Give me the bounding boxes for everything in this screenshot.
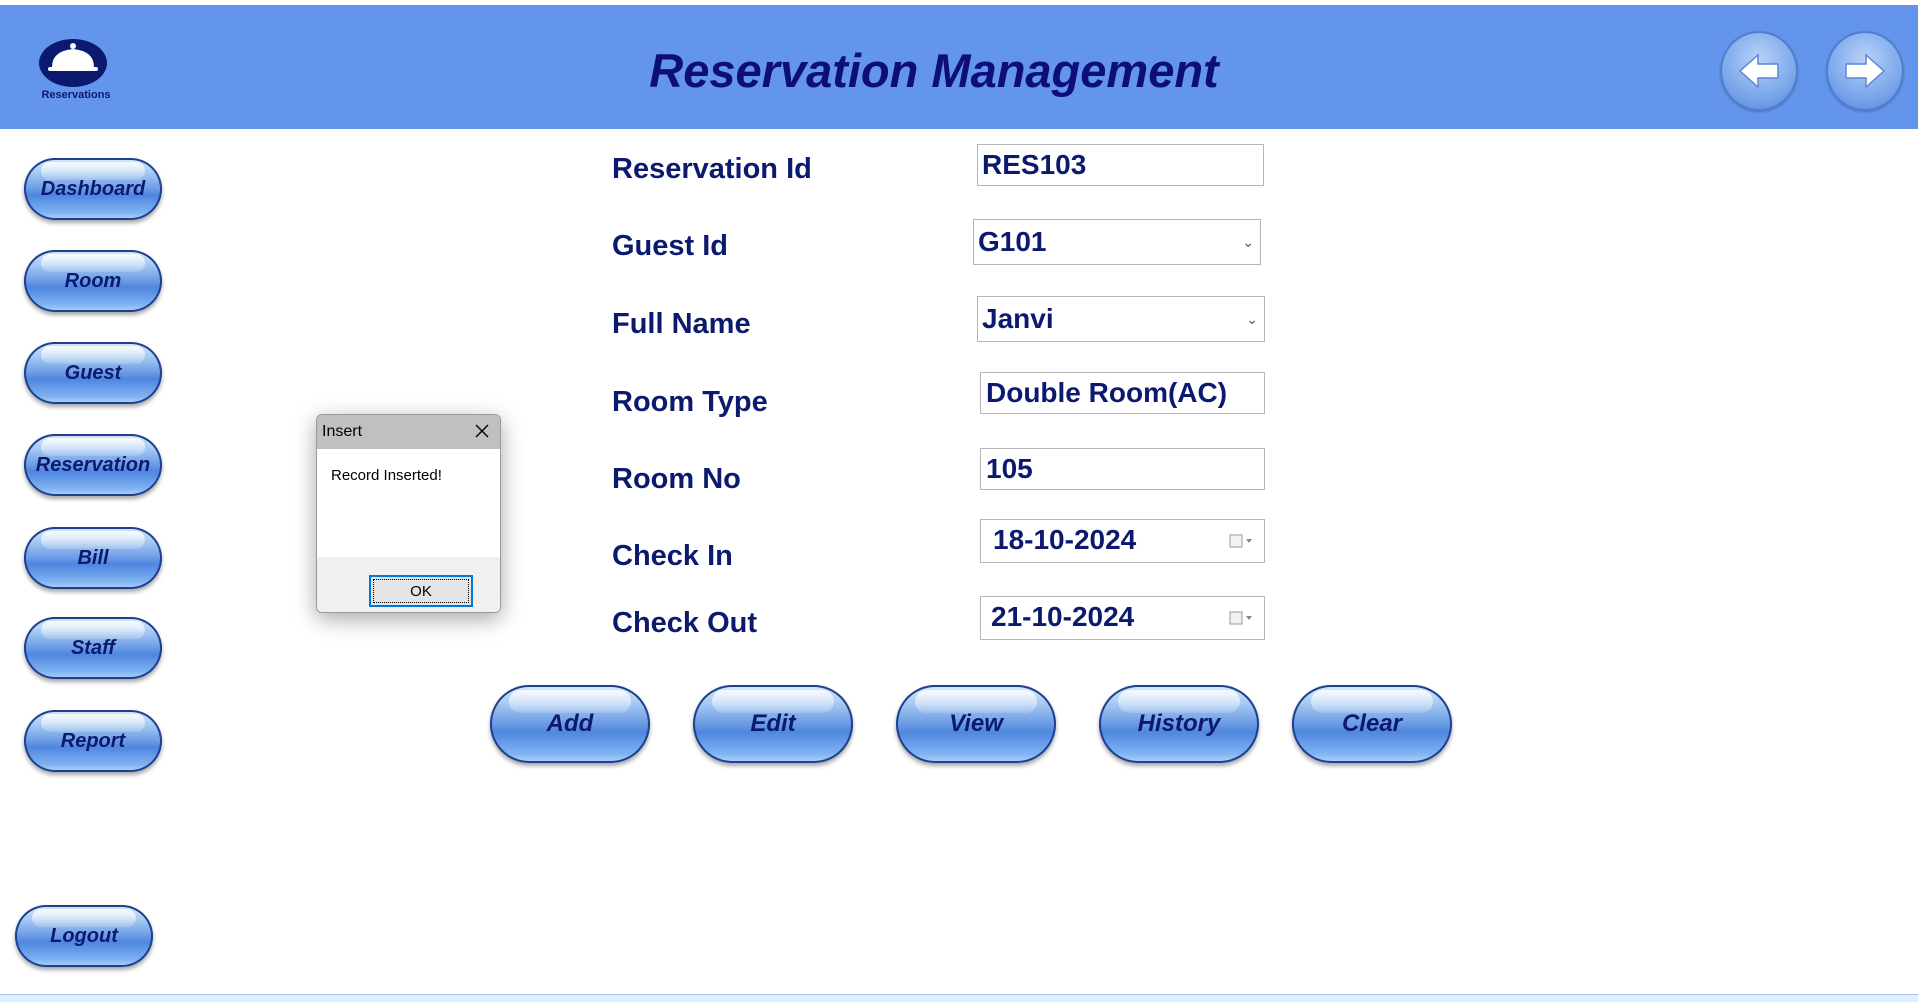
chevron-down-icon: ⌄ xyxy=(1242,234,1254,250)
sidebar-item-room[interactable]: Room xyxy=(24,250,162,312)
sidebar-item-report[interactable]: Report xyxy=(24,710,162,772)
arrow-left-icon xyxy=(1738,53,1779,89)
sidebar-item-label: Guest xyxy=(64,361,122,384)
arrow-right-icon xyxy=(1845,53,1886,89)
sidebar-item-label: Dashboard xyxy=(40,177,146,200)
full-name-label: Full Name xyxy=(612,308,751,340)
sidebar-item-guest[interactable]: Guest xyxy=(24,342,162,404)
sidebar-item-bill[interactable]: Bill xyxy=(24,527,162,589)
dialog-title: Insert xyxy=(322,423,363,440)
add-button-label: Add xyxy=(546,710,594,737)
page-title: Reservation Management xyxy=(649,44,1219,97)
check-out-label: Check Out xyxy=(612,607,758,639)
add-button[interactable]: Add xyxy=(490,685,650,763)
logout-label: Logout xyxy=(50,924,118,947)
clear-button-label: Clear xyxy=(1341,710,1403,737)
history-button-label: History xyxy=(1137,710,1221,737)
reservation-id-label: Reservation Id xyxy=(612,153,812,185)
reservation-id-value: RES103 xyxy=(982,149,1087,180)
dialog-titlebar: Insert xyxy=(317,415,500,449)
full-name-select[interactable]: Janvi ⌄ xyxy=(977,296,1265,342)
room-type-field[interactable]: Double Room(AC) xyxy=(980,372,1265,414)
full-name-value: Janvi xyxy=(982,303,1054,334)
close-icon[interactable] xyxy=(472,421,492,441)
room-no-field[interactable]: 105 xyxy=(980,448,1265,490)
edit-button[interactable]: Edit xyxy=(693,685,853,763)
calendar-dropdown-icon[interactable] xyxy=(1228,610,1256,626)
sidebar-item-label: Room xyxy=(64,269,122,292)
calendar-dropdown-icon[interactable] xyxy=(1228,533,1256,549)
history-button[interactable]: History xyxy=(1099,685,1259,763)
logout-button[interactable]: Logout xyxy=(15,905,153,967)
check-out-value: 21-10-2024 xyxy=(991,601,1135,632)
view-button-label: View xyxy=(949,710,1003,737)
sidebar-item-label: Reservation xyxy=(35,453,151,476)
dialog-message: Record Inserted! xyxy=(331,467,442,484)
sidebar-item-dashboard[interactable]: Dashboard xyxy=(24,158,162,220)
sidebar-item-label: Bill xyxy=(77,546,109,569)
insert-dialog: Insert Record Inserted! OK xyxy=(316,414,501,613)
edit-button-label: Edit xyxy=(750,710,796,737)
chevron-down-icon: ⌄ xyxy=(1246,311,1258,327)
check-in-date-picker[interactable]: 18-10-2024 xyxy=(980,519,1265,563)
clear-button[interactable]: Clear xyxy=(1292,685,1452,763)
forward-button[interactable] xyxy=(1826,31,1904,111)
guest-id-value: G101 xyxy=(978,226,1047,257)
room-type-label: Room Type xyxy=(612,386,768,418)
sidebar-item-reservation[interactable]: Reservation xyxy=(24,434,162,496)
guest-id-select[interactable]: G101 ⌄ xyxy=(973,219,1261,265)
reservation-id-field[interactable]: RES103 xyxy=(977,144,1264,186)
guest-id-label: Guest Id xyxy=(612,230,729,262)
dialog-footer: OK xyxy=(317,557,500,612)
ok-button[interactable]: OK xyxy=(369,575,473,607)
check-in-value: 18-10-2024 xyxy=(993,524,1137,555)
header-bar: Reservations Reservation Management xyxy=(0,5,1918,129)
dialog-body xyxy=(317,449,500,557)
check-out-date-picker[interactable]: 21-10-2024 xyxy=(980,596,1265,640)
sidebar-item-label: Staff xyxy=(70,636,116,659)
check-in-label: Check In xyxy=(612,540,733,572)
sidebar-item-label: Report xyxy=(60,729,126,752)
room-type-value: Double Room(AC) xyxy=(986,377,1228,408)
room-no-label: Room No xyxy=(612,463,741,495)
back-button[interactable] xyxy=(1720,31,1798,111)
sidebar-item-staff[interactable]: Staff xyxy=(24,617,162,679)
room-no-value: 105 xyxy=(986,453,1033,484)
view-button[interactable]: View xyxy=(896,685,1056,763)
